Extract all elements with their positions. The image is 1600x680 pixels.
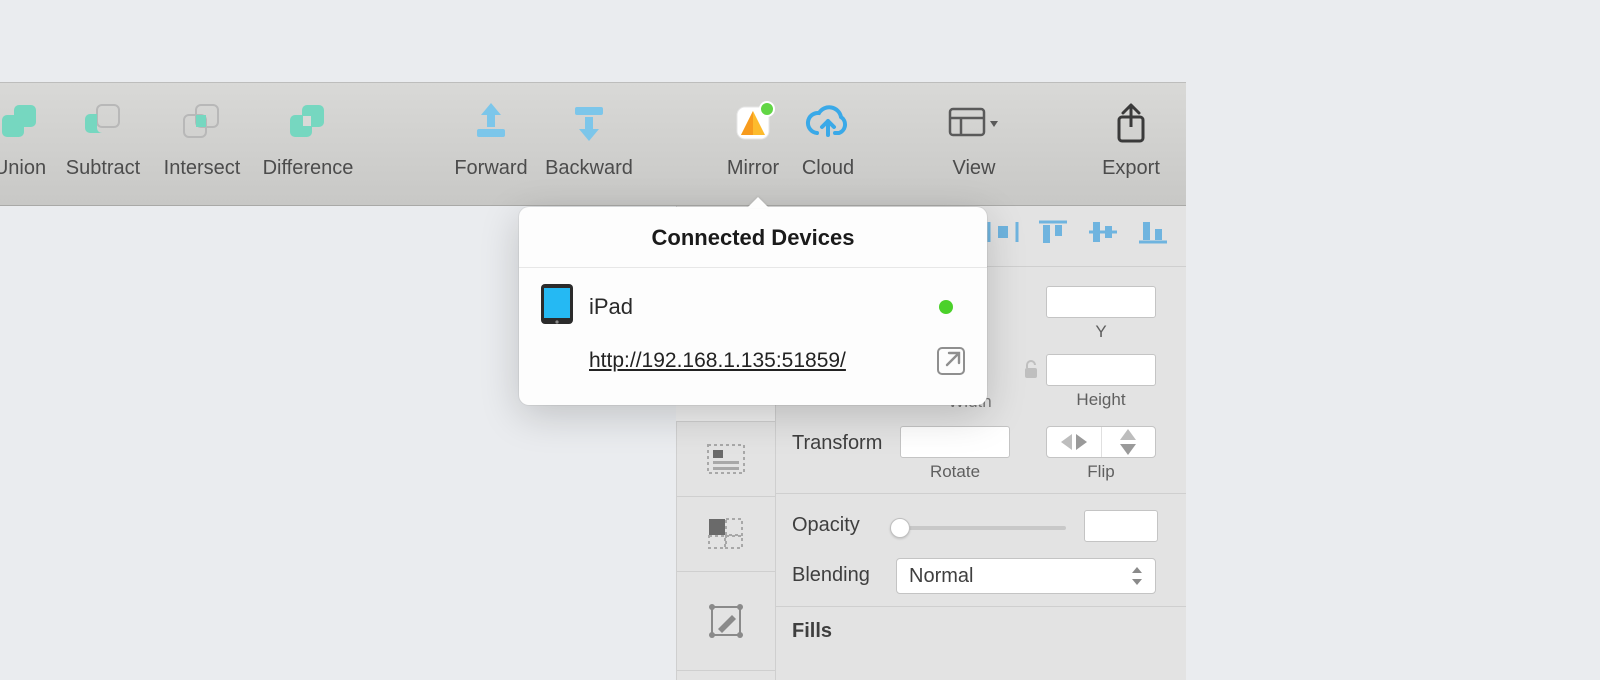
popover-arrow: [747, 197, 769, 208]
backward-icon: [567, 101, 611, 147]
flip-group[interactable]: [1046, 426, 1156, 458]
union-icon: [0, 101, 42, 145]
toolbar-label: Union: [0, 157, 50, 180]
export-button[interactable]: Export: [1096, 101, 1166, 180]
toolbar-label: Difference: [254, 157, 362, 180]
difference-button[interactable]: Difference: [254, 101, 362, 180]
status-dot-icon: [939, 300, 953, 314]
blending-label: Blending: [792, 564, 870, 587]
toolbar-label: Backward: [539, 157, 639, 180]
transform-label: Transform: [792, 432, 882, 455]
toolbar: Union Subtract Intersect Difference For: [0, 82, 1186, 206]
view-button[interactable]: View: [944, 101, 1004, 180]
union-button[interactable]: Union: [0, 101, 50, 180]
inspector-tab-layout[interactable]: [676, 421, 775, 496]
fills-label: Fills: [792, 620, 832, 643]
opacity-slider-thumb[interactable]: [890, 518, 910, 538]
export-icon: [1109, 101, 1153, 147]
align-dist-horizontal-icon[interactable]: [986, 218, 1026, 250]
toolbar-label: Cloud: [797, 157, 859, 180]
mirror-url-link[interactable]: http://192.168.1.135:51859/: [589, 349, 846, 373]
toolbar-label: Mirror: [722, 157, 784, 180]
dropdown-caret-icon: [1131, 567, 1143, 585]
toolbar-label: Forward: [447, 157, 535, 180]
difference-icon: [286, 101, 330, 145]
toolbar-label: Export: [1096, 157, 1166, 180]
device-name: iPad: [589, 294, 633, 320]
url-row: http://192.168.1.135:51859/: [519, 341, 987, 375]
subtract-button[interactable]: Subtract: [58, 101, 148, 180]
cloud-icon: [803, 101, 853, 145]
align-bottom-icon[interactable]: [1136, 218, 1176, 250]
opacity-field[interactable]: [1084, 510, 1158, 542]
opacity-label: Opacity: [792, 514, 860, 537]
flip-sublabel: Flip: [1046, 462, 1156, 482]
intersect-icon: [180, 101, 224, 145]
separator: [776, 493, 1186, 494]
mirror-button[interactable]: Mirror: [722, 101, 784, 180]
separator: [776, 606, 1186, 607]
height-sublabel: Height: [1046, 390, 1156, 410]
subtract-icon: [81, 101, 125, 145]
height-field[interactable]: [1046, 354, 1156, 386]
forward-button[interactable]: Forward: [447, 101, 535, 180]
inspector-tab-edit[interactable]: [676, 571, 775, 671]
rotate-sublabel: Rotate: [900, 462, 1010, 482]
blending-dropdown[interactable]: Normal: [896, 558, 1156, 594]
blending-value: Normal: [909, 565, 973, 588]
backward-button[interactable]: Backward: [539, 101, 639, 180]
align-top-icon[interactable]: [1036, 218, 1076, 250]
y-field[interactable]: [1046, 286, 1156, 318]
ipad-icon: [539, 282, 575, 331]
toolbar-label: Intersect: [155, 157, 249, 180]
toolbar-label: View: [944, 157, 1004, 180]
device-row[interactable]: iPad: [519, 268, 987, 341]
popover-title: Connected Devices: [519, 207, 987, 268]
toolbar-label: Subtract: [58, 157, 148, 180]
open-external-icon[interactable]: [937, 347, 965, 375]
y-sublabel: Y: [1046, 322, 1156, 342]
layout-tab-icon: [706, 443, 746, 475]
flip-vertical-icon[interactable]: [1102, 427, 1156, 457]
forward-icon: [469, 101, 513, 147]
lock-icon[interactable]: [1022, 358, 1040, 385]
mirror-icon: [731, 101, 775, 145]
inspector-tab-resize[interactable]: [676, 496, 775, 571]
resize-tab-icon: [706, 516, 746, 552]
opacity-slider[interactable]: [896, 526, 1066, 530]
view-icon: [946, 101, 1002, 145]
align-middle-icon[interactable]: [1086, 218, 1126, 250]
cloud-button[interactable]: Cloud: [797, 101, 859, 180]
connected-devices-popover: Connected Devices iPad http://192.168.1.…: [519, 207, 987, 405]
rotate-field[interactable]: [900, 426, 1010, 458]
edit-tab-icon: [706, 601, 746, 641]
intersect-button[interactable]: Intersect: [155, 101, 249, 180]
flip-horizontal-icon[interactable]: [1047, 427, 1102, 457]
